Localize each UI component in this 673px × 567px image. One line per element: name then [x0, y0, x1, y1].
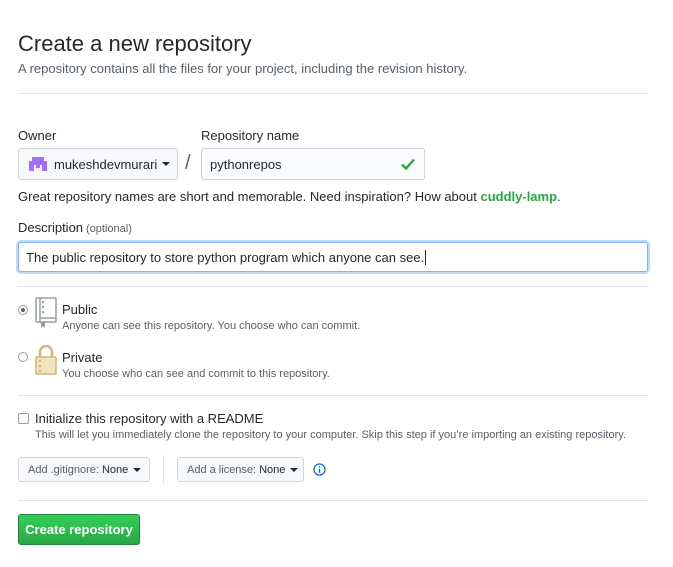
suggested-name-link[interactable]: cuddly-lamp [480, 189, 557, 204]
readme-label: Initialize this repository with a README [35, 411, 264, 426]
description-label-text: Description [18, 220, 84, 235]
gitignore-prefix: Add .gitignore: [28, 463, 99, 476]
description-input[interactable]: The public repository to store python pr… [18, 242, 648, 272]
gitignore-value: None [101, 463, 129, 476]
optional-label: (optional) [86, 223, 132, 235]
license-value: None [259, 463, 286, 476]
hint-end: . [557, 189, 561, 204]
check-icon [401, 158, 415, 170]
text-cursor [425, 249, 427, 265]
divider [18, 500, 648, 501]
divider [18, 395, 648, 396]
repo-name-label: Repository name [201, 128, 300, 143]
description-value: The public repository to store python pr… [26, 249, 425, 265]
info-icon[interactable] [313, 463, 326, 476]
license-select[interactable]: Add a license: None [177, 457, 304, 482]
private-label: Private [62, 350, 103, 365]
license-prefix: Add a license: [187, 463, 257, 476]
repo-book-icon [35, 297, 57, 328]
public-desc: Anyone can see this repository. You choo… [62, 320, 361, 332]
avatar-icon [29, 157, 47, 171]
gitignore-select[interactable]: Add .gitignore: None [18, 457, 150, 482]
chevron-down-icon [133, 467, 142, 472]
create-repository-button[interactable]: Create repository [18, 514, 140, 545]
repo-name-input[interactable]: pythonrepos [201, 148, 425, 180]
public-label: Public [62, 302, 98, 317]
chevron-down-icon [290, 467, 299, 472]
readme-checkbox[interactable] [18, 413, 29, 424]
name-hint: Great repository names are short and mem… [18, 189, 561, 204]
page-title: Create a new repository [18, 31, 252, 56]
owner-select[interactable]: mukeshdevmurari [18, 148, 178, 180]
divider [18, 286, 648, 287]
lock-icon [35, 345, 57, 375]
public-radio[interactable] [18, 305, 28, 315]
owner-label: Owner [18, 128, 57, 143]
vertical-divider [163, 455, 164, 484]
owner-name: mukeshdevmurari [54, 156, 158, 172]
private-desc: You choose who can see and commit to thi… [62, 368, 330, 380]
page-subtitle: A repository contains all the files for … [18, 61, 468, 76]
owner-repo-separator: / [185, 152, 191, 174]
divider [18, 93, 648, 94]
private-radio[interactable] [18, 352, 28, 362]
hint-text: Great repository names are short and mem… [18, 189, 481, 204]
readme-desc: This will let you immediately clone the … [35, 429, 626, 441]
repo-name-value: pythonrepos [210, 156, 282, 172]
chevron-down-icon [162, 162, 171, 166]
description-label: Description (optional) [18, 220, 132, 235]
